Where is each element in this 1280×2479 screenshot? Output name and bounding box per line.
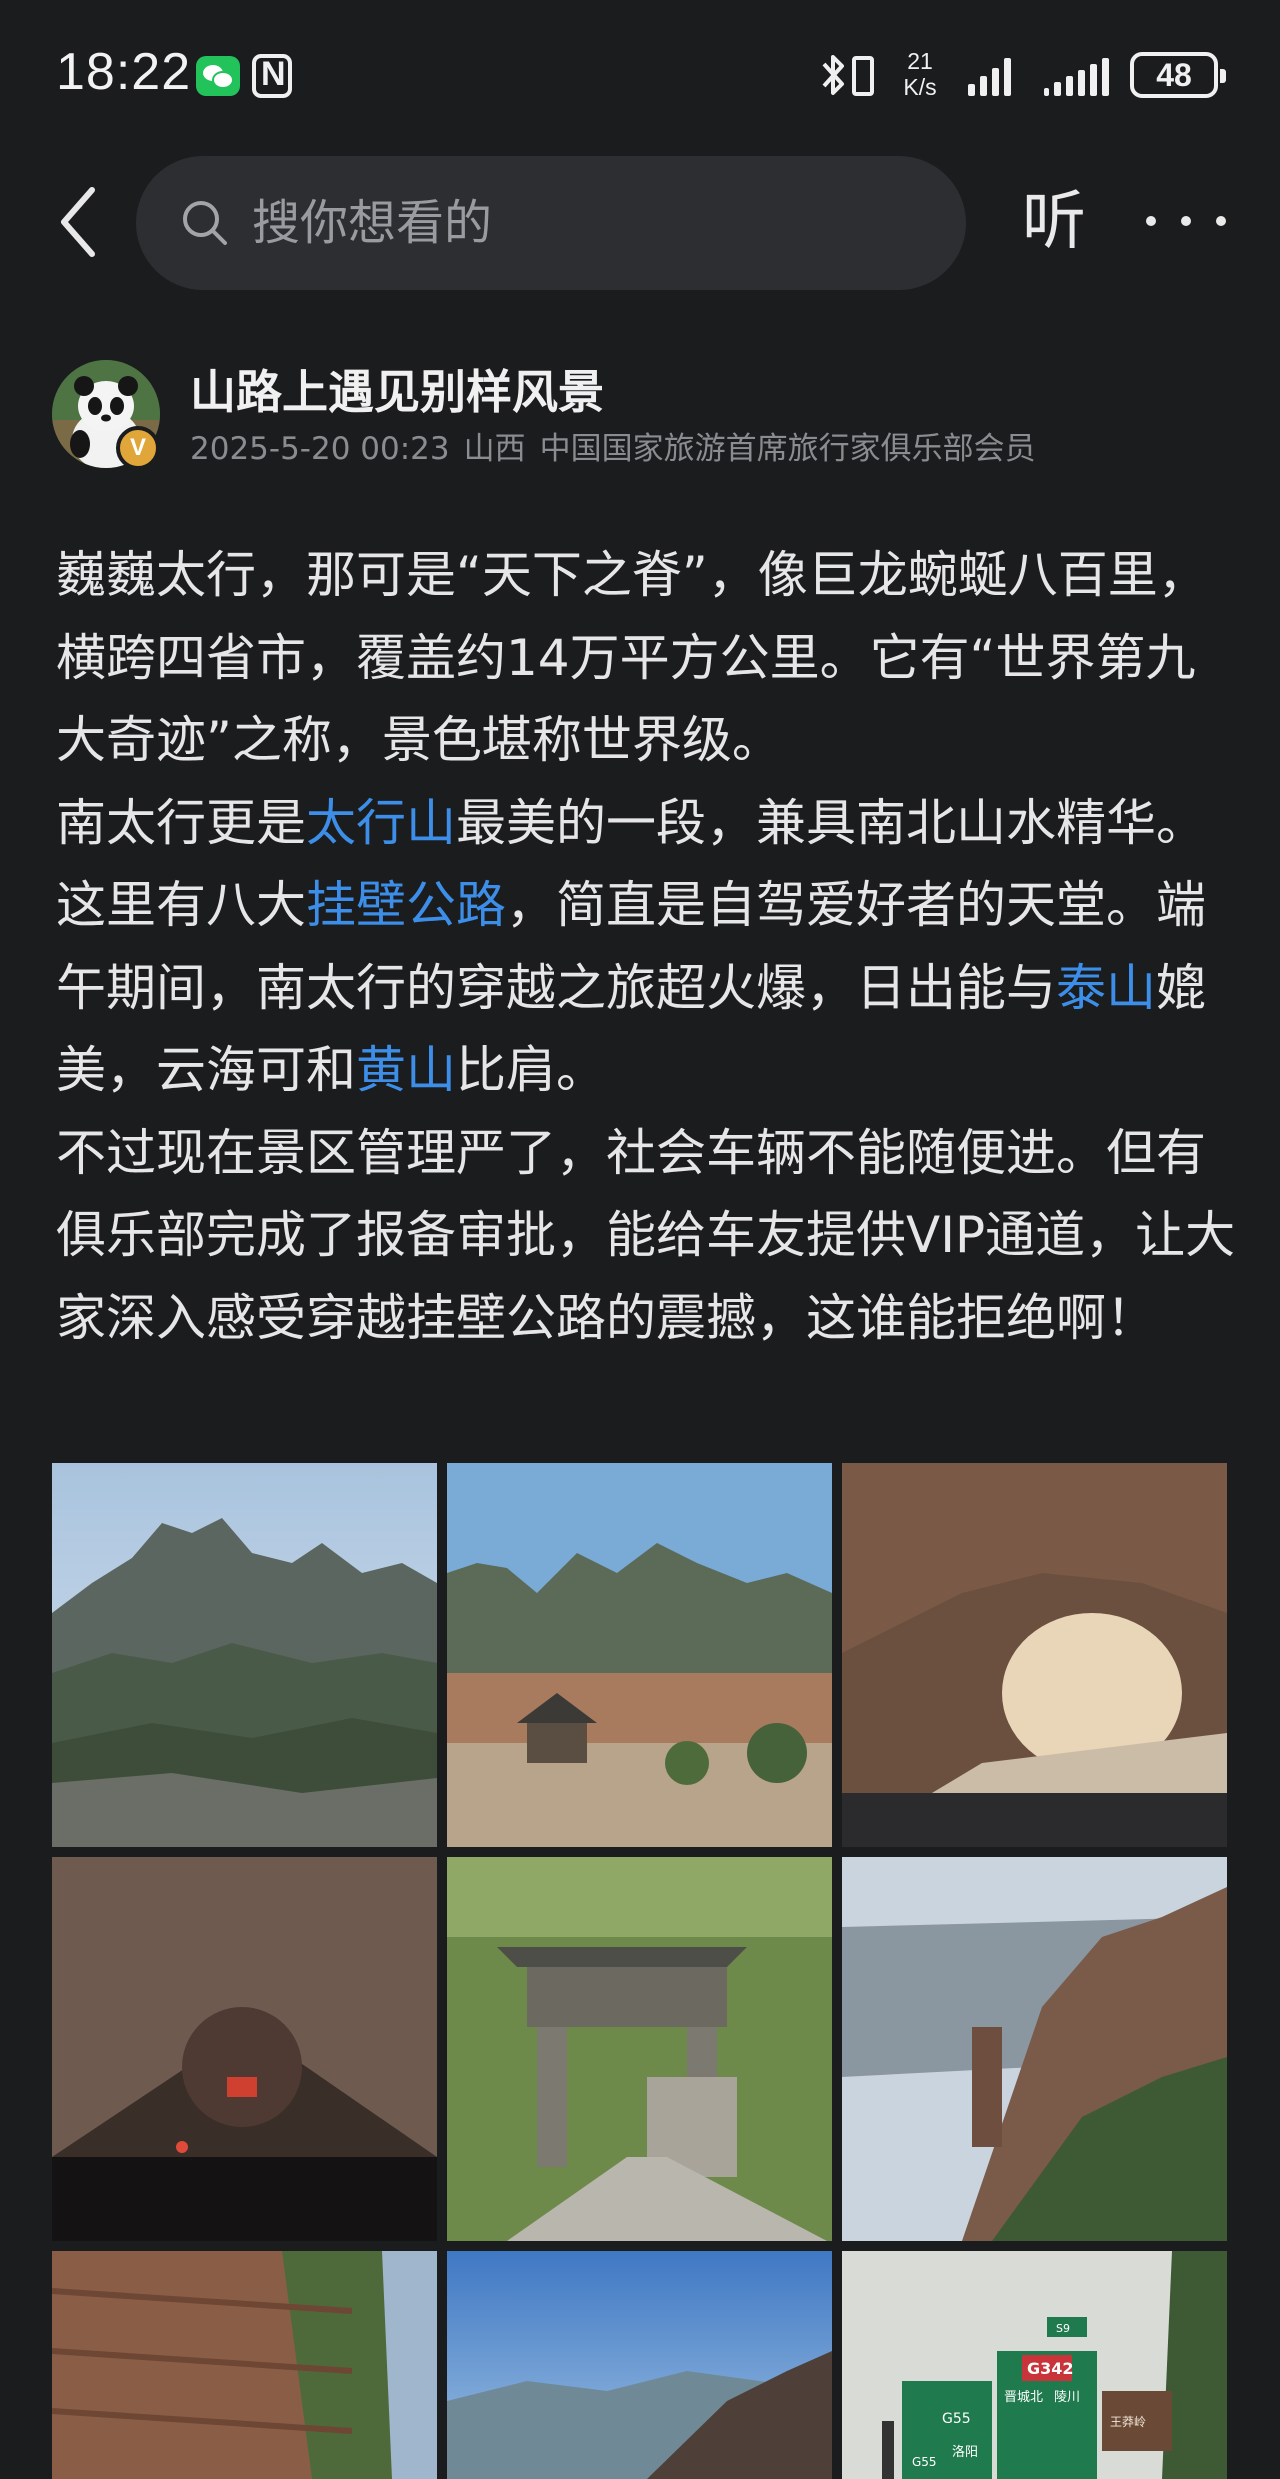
author-title: 中国国家旅游首席旅行家俱乐部会员 xyxy=(539,431,1036,467)
back-icon xyxy=(61,187,95,257)
more-icon xyxy=(1146,216,1156,226)
topic-link-taihangshan[interactable]: 太行山 xyxy=(306,794,456,852)
post-date: 2025-5-20 00:23 xyxy=(190,431,450,467)
topic-link-guabi-gonglu[interactable]: 挂壁公路 xyxy=(306,876,506,934)
network-speed-value: 21 xyxy=(907,48,933,74)
post-paragraph: 南太行更是太行山最美的一段，兼具南北山水精华。这里有八大挂壁公路，简直是自驾爱好… xyxy=(56,793,1206,1100)
topic-link-huangshan[interactable]: 黄山 xyxy=(356,1041,456,1099)
status-bar: 18:22 21 K/s 48 xyxy=(0,0,1280,150)
photo-cliff-tunnel[interactable] xyxy=(842,1463,1227,1847)
photo-road-signs[interactable]: G342 G55 G55 洛阳 晋城北 陵川 王莽岭 S9 xyxy=(842,2251,1227,2479)
nfc-icon xyxy=(252,54,292,98)
search-input[interactable]: 搜你想看的 xyxy=(136,156,966,290)
photo-mountain-peaks[interactable] xyxy=(52,1463,437,1847)
search-icon xyxy=(183,201,227,245)
network-speed: 21 K/s xyxy=(894,48,946,100)
battery-level: 48 xyxy=(1156,57,1192,93)
post-paragraph: 巍巍太行，那可是“天下之脊”，像巨龙蜿蜒八百里，横跨四省市，覆盖约14万平方公里… xyxy=(56,546,1208,769)
listen-button[interactable]: 听 xyxy=(1022,178,1086,266)
sign-g342-label: G342 xyxy=(1027,2359,1074,2378)
photo-red-cliffs[interactable] xyxy=(842,1857,1227,2241)
photo-pavilion-viewpoint[interactable] xyxy=(447,1463,832,1847)
author-name[interactable]: 山路上遇见别样风景 xyxy=(190,362,604,422)
more-button[interactable] xyxy=(1146,196,1226,246)
photo-valley-view[interactable] xyxy=(447,2251,832,2479)
battery-saver-icon xyxy=(852,56,874,96)
status-time: 18:22 xyxy=(56,43,192,101)
sign-city-label: 陵川 xyxy=(1054,2390,1080,2405)
sign-g55-label: G55 xyxy=(912,2455,937,2469)
search-placeholder: 搜你想看的 xyxy=(252,195,493,251)
battery-icon: 48 xyxy=(1130,52,1226,98)
post-location: 山西 xyxy=(463,431,526,467)
sign-city-label: 洛阳 xyxy=(952,2445,978,2460)
network-speed-unit: K/s xyxy=(903,74,937,100)
wechat-icon xyxy=(196,56,240,96)
post-body: 巍巍太行，那可是“天下之脊”，像巨龙蜿蜒八百里，横跨四省市，覆盖约14万平方公里… xyxy=(56,534,1236,1359)
sign-small-label: S9 xyxy=(1056,2322,1070,2335)
photo-tunnel-driving[interactable] xyxy=(52,1857,437,2241)
sign-city-label: 晋城北 xyxy=(1004,2390,1043,2405)
photo-scenic-gate[interactable] xyxy=(447,1857,832,2241)
topic-link-taishan[interactable]: 泰山 xyxy=(1056,959,1156,1017)
back-button[interactable] xyxy=(52,182,112,262)
bluetooth-icon xyxy=(822,55,844,95)
photo-canyon-wall[interactable] xyxy=(52,2251,437,2479)
sign-g55-label: G55 xyxy=(942,2411,971,2427)
signal-icon xyxy=(1044,56,1109,96)
sign-city-label: 王莽岭 xyxy=(1110,2415,1146,2429)
post-paragraph: 不过现在景区管理严了，社会车辆不能随便进。但有俱乐部完成了报备审批，能给车友提供… xyxy=(56,1123,1236,1347)
post-meta: 2025-5-20 00:23 山西 中国国家旅游首席旅行家俱乐部会员 xyxy=(190,428,1036,470)
verified-badge: V xyxy=(116,426,160,470)
signal-icon xyxy=(968,56,1011,96)
